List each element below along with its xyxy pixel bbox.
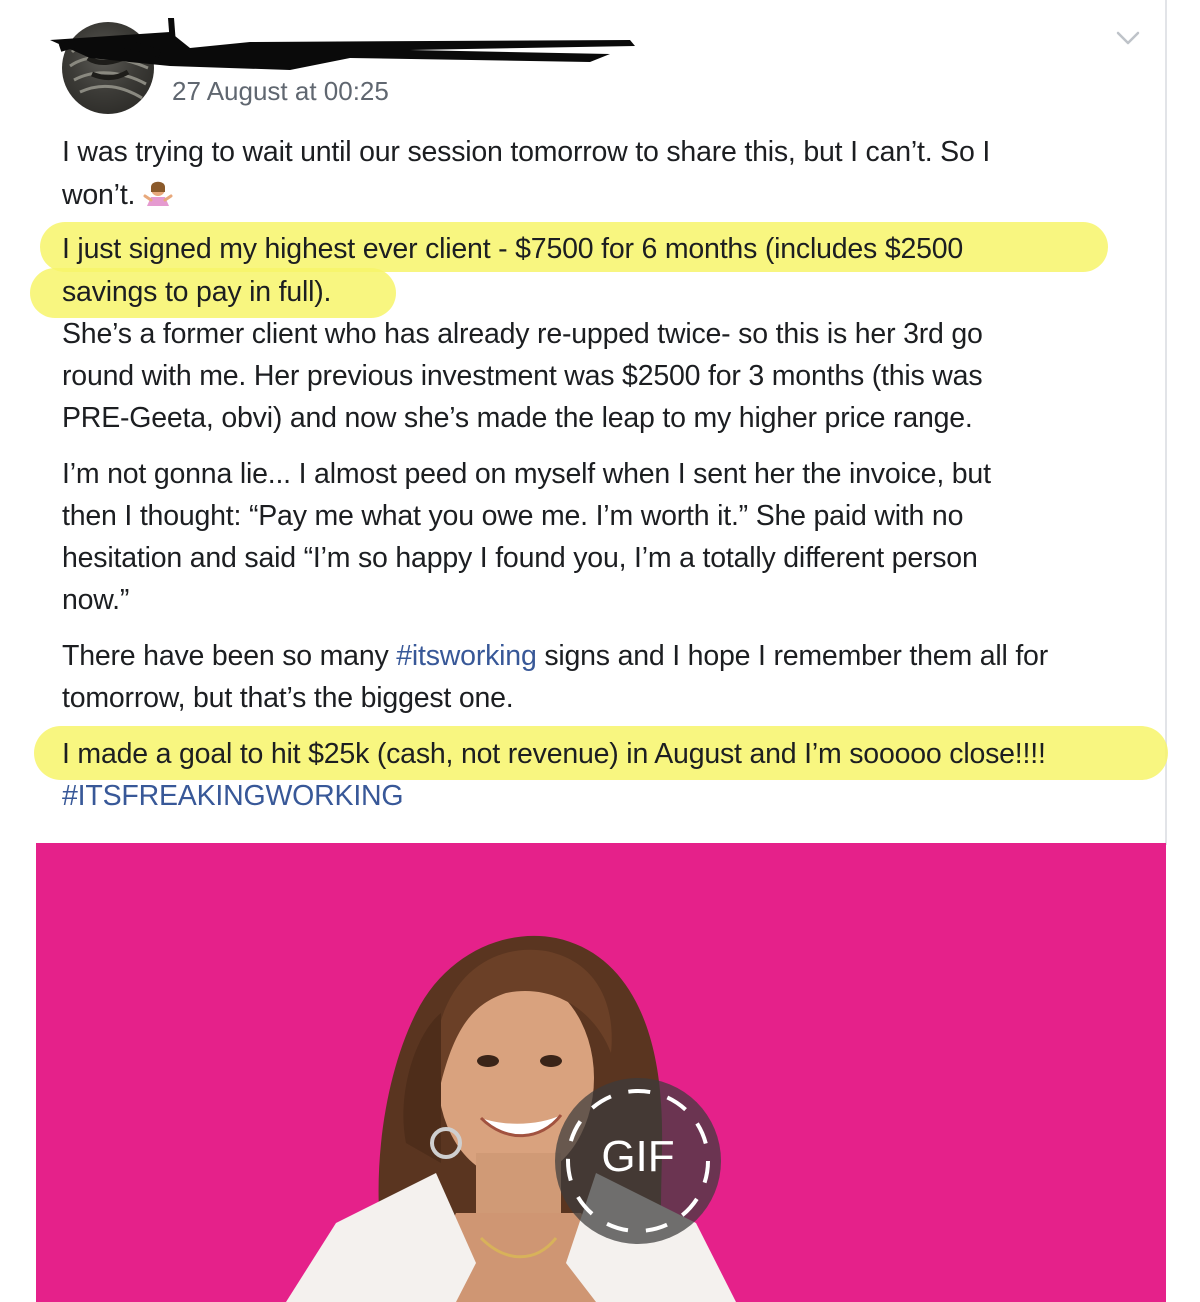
post-text-fragment: signs and I hope I remember them all for	[536, 640, 1048, 672]
post-text-line: I just signed my highest ever client - $…	[62, 233, 964, 265]
post-text-line: hesitation and said “I’m so happy I foun…	[62, 542, 978, 574]
post-text-line: I was trying to wait until our session t…	[62, 136, 991, 168]
facebook-post: 27 August at 00:25 I was trying to wait …	[0, 0, 1200, 1302]
gif-label: GIF	[601, 1132, 675, 1181]
post-text-line: then I thought: “Pay me what you owe me.…	[62, 500, 964, 532]
gif-attachment[interactable]: GIF	[36, 843, 1166, 1302]
post-text-line: won’t.	[62, 178, 173, 216]
post-text-line: tomorrow, but that’s the biggest one.	[62, 682, 514, 714]
post-text-line: round with me. Her previous investment w…	[62, 360, 983, 392]
hashtag-itsfreakingworking-link[interactable]: #ITSFREAKINGWORKING	[62, 780, 404, 813]
post-text-line: There have been so many #itsworking sign…	[62, 640, 1048, 673]
post-text-line: I made a goal to hit $25k (cash, not rev…	[62, 738, 1046, 770]
post-text-line: savings to pay in full).	[62, 276, 332, 308]
post-text-line: now.”	[62, 584, 130, 616]
post-body: I was trying to wait until our session t…	[0, 0, 1200, 845]
gif-play-badge[interactable]: GIF	[555, 1078, 721, 1244]
post-text-fragment: There have been so many	[62, 640, 397, 672]
hashtag-itsworking-link[interactable]: #itsworking	[396, 640, 537, 672]
post-text-line: She’s a former client who has already re…	[62, 318, 983, 350]
post-text-line: PRE-Geeta, obvi) and now she’s made the …	[62, 402, 973, 434]
post-text-line: I’m not gonna lie... I almost peed on my…	[62, 458, 991, 490]
post-text-fragment: won’t.	[62, 179, 136, 211]
person-shrugging-emoji-icon	[143, 178, 173, 216]
